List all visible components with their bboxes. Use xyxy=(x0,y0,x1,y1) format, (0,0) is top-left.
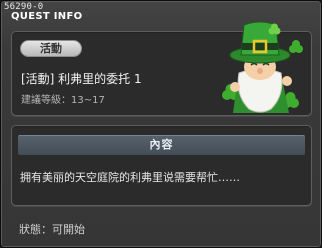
quest-status: 狀態：可開始 xyxy=(19,223,85,236)
window-title: QUEST INFO xyxy=(11,11,83,22)
leprechaun-npc-icon xyxy=(222,21,303,113)
content-panel: 內容 拥有美丽的天空庭院的利弗里说需要帮忙…… xyxy=(11,125,312,206)
recommended-level: 建議等級：13~17 xyxy=(21,95,105,106)
quest-info-window: 56290-0 QUEST INFO 活動 [活動] 利弗里的委托 1 建議等級… xyxy=(0,0,322,248)
event-badge: 活動 xyxy=(20,40,82,57)
content-header: 內容 xyxy=(18,135,305,155)
quest-description: 拥有美丽的天空庭院的利弗里说需要帮忙…… xyxy=(20,171,240,184)
quest-name: [活動] 利弗里的委托 1 xyxy=(21,72,142,86)
